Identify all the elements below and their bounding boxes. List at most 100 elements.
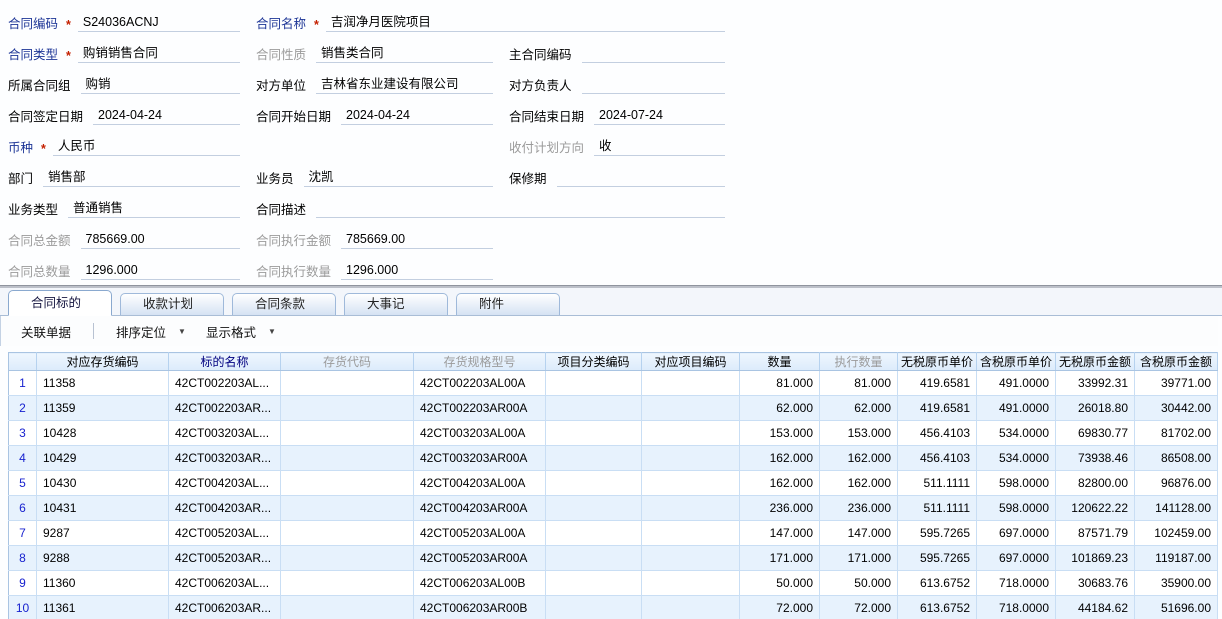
cell-amount-inc-tax[interactable]: 39771.00 <box>1135 371 1218 396</box>
field-value-contract-description[interactable] <box>316 201 725 218</box>
field-value-main-contract-code[interactable] <box>582 46 725 63</box>
cell-amount-ex-tax[interactable]: 26018.80 <box>1056 396 1135 421</box>
cell-project-class-code[interactable] <box>546 371 642 396</box>
tab-contract-items[interactable]: 合同标的 <box>8 290 112 316</box>
cell-project-code[interactable] <box>642 546 740 571</box>
cell-unit-price-ex-tax[interactable]: 613.6752 <box>898 596 977 619</box>
cell-exec-quantity[interactable]: 50.000 <box>820 571 898 596</box>
field-value-payment-plan-direction[interactable]: 收 <box>594 135 725 156</box>
cell-exec-quantity[interactable]: 147.000 <box>820 521 898 546</box>
cell-project-class-code[interactable] <box>546 421 642 446</box>
field-value-contract-nature[interactable]: 销售类合同 <box>316 42 493 63</box>
cell-spec-model[interactable]: 42CT006203AR00B <box>414 596 546 619</box>
cell-spec-model[interactable]: 42CT003203AR00A <box>414 446 546 471</box>
cell-inventory-code[interactable]: 9288 <box>37 546 169 571</box>
cell-inventory-code[interactable]: 10430 <box>37 471 169 496</box>
cell-stock-code[interactable] <box>281 471 414 496</box>
field-value-counterparty-contact[interactable] <box>582 77 725 94</box>
column-header-unit-price-ex-tax[interactable]: 无税原币单价 <box>898 353 977 371</box>
cell-inventory-code[interactable]: 11360 <box>37 571 169 596</box>
cell-amount-ex-tax[interactable]: 82800.00 <box>1056 471 1135 496</box>
cell-subject-name[interactable]: 42CT004203AL... <box>169 471 281 496</box>
cell-inventory-code[interactable]: 9287 <box>37 521 169 546</box>
column-header-stock-code[interactable]: 存货代码 <box>281 353 414 371</box>
cell-unit-price-ex-tax[interactable]: 613.6752 <box>898 571 977 596</box>
cell-quantity[interactable]: 162.000 <box>740 446 820 471</box>
cell-spec-model[interactable]: 42CT003203AL00A <box>414 421 546 446</box>
cell-quantity[interactable]: 50.000 <box>740 571 820 596</box>
field-value-sign-date[interactable]: 2024-04-24 <box>93 108 240 125</box>
cell-project-code[interactable] <box>642 571 740 596</box>
cell-quantity[interactable]: 153.000 <box>740 421 820 446</box>
cell-project-class-code[interactable] <box>546 496 642 521</box>
cell-stock-code[interactable] <box>281 521 414 546</box>
cell-unit-price-inc-tax[interactable]: 718.0000 <box>977 571 1056 596</box>
cell-amount-inc-tax[interactable]: 141128.00 <box>1135 496 1218 521</box>
cell-project-class-code[interactable] <box>546 471 642 496</box>
cell-quantity[interactable]: 147.000 <box>740 521 820 546</box>
cell-amount-inc-tax[interactable]: 30442.00 <box>1135 396 1218 421</box>
field-value-currency[interactable]: 人民币 <box>53 135 240 156</box>
field-value-business-type[interactable]: 普通销售 <box>68 197 240 218</box>
cell-project-code[interactable] <box>642 421 740 446</box>
cell-amount-ex-tax[interactable]: 73938.46 <box>1056 446 1135 471</box>
field-value-contract-total-amount[interactable]: 785669.00 <box>81 232 240 249</box>
cell-amount-inc-tax[interactable]: 86508.00 <box>1135 446 1218 471</box>
cell-amount-inc-tax[interactable]: 102459.00 <box>1135 521 1218 546</box>
cell-spec-model[interactable]: 42CT005203AL00A <box>414 521 546 546</box>
field-value-contract-name[interactable]: 吉润净月医院项目 <box>326 11 725 32</box>
cell-project-class-code[interactable] <box>546 521 642 546</box>
cell-project-class-code[interactable] <box>546 546 642 571</box>
cell-stock-code[interactable] <box>281 396 414 421</box>
cell-unit-price-ex-tax[interactable]: 419.6581 <box>898 396 977 421</box>
display-format-button[interactable]: 显示格式 <box>196 319 266 344</box>
cell-spec-model[interactable]: 42CT006203AL00B <box>414 571 546 596</box>
cell-subject-name[interactable]: 42CT003203AR... <box>169 446 281 471</box>
cell-project-code[interactable] <box>642 521 740 546</box>
cell-unit-price-inc-tax[interactable]: 534.0000 <box>977 421 1056 446</box>
cell-exec-quantity[interactable]: 162.000 <box>820 471 898 496</box>
cell-stock-code[interactable] <box>281 371 414 396</box>
field-value-contract-exec-amount[interactable]: 785669.00 <box>341 232 493 249</box>
cell-quantity[interactable]: 72.000 <box>740 596 820 619</box>
cell-subject-name[interactable]: 42CT004203AR... <box>169 496 281 521</box>
cell-exec-quantity[interactable]: 162.000 <box>820 446 898 471</box>
cell-stock-code[interactable] <box>281 496 414 521</box>
cell-exec-quantity[interactable]: 171.000 <box>820 546 898 571</box>
chevron-down-icon[interactable]: ▼ <box>178 327 186 336</box>
cell-inventory-code[interactable]: 11358 <box>37 371 169 396</box>
cell-inventory-code[interactable]: 10429 <box>37 446 169 471</box>
cell-spec-model[interactable]: 42CT004203AR00A <box>414 496 546 521</box>
cell-spec-model[interactable]: 42CT002203AL00A <box>414 371 546 396</box>
cell-exec-quantity[interactable]: 81.000 <box>820 371 898 396</box>
field-value-contract-exec-qty[interactable]: 1296.000 <box>341 263 493 280</box>
cell-exec-quantity[interactable]: 72.000 <box>820 596 898 619</box>
cell-subject-name[interactable]: 42CT005203AL... <box>169 521 281 546</box>
field-value-counterparty-unit[interactable]: 吉林省东业建设有限公司 <box>316 73 493 94</box>
cell-spec-model[interactable]: 42CT002203AR00A <box>414 396 546 421</box>
sort-locate-button[interactable]: 排序定位 <box>106 319 176 344</box>
cell-amount-inc-tax[interactable]: 81702.00 <box>1135 421 1218 446</box>
cell-project-code[interactable] <box>642 371 740 396</box>
row-number[interactable]: 9 <box>9 571 37 596</box>
cell-amount-inc-tax[interactable]: 96876.00 <box>1135 471 1218 496</box>
cell-stock-code[interactable] <box>281 546 414 571</box>
cell-subject-name[interactable]: 42CT003203AL... <box>169 421 281 446</box>
cell-unit-price-ex-tax[interactable]: 511.1111 <box>898 471 977 496</box>
cell-unit-price-inc-tax[interactable]: 718.0000 <box>977 596 1056 619</box>
row-number[interactable]: 4 <box>9 446 37 471</box>
field-value-department[interactable]: 销售部 <box>43 166 240 187</box>
cell-stock-code[interactable] <box>281 446 414 471</box>
row-number[interactable]: 10 <box>9 596 37 619</box>
tab-contract-terms[interactable]: 合同条款 <box>232 293 336 315</box>
row-number[interactable]: 7 <box>9 521 37 546</box>
cell-exec-quantity[interactable]: 62.000 <box>820 396 898 421</box>
cell-amount-inc-tax[interactable]: 119187.00 <box>1135 546 1218 571</box>
chevron-down-icon[interactable]: ▼ <box>268 327 276 336</box>
field-value-start-date[interactable]: 2024-04-24 <box>341 108 493 125</box>
row-number[interactable]: 3 <box>9 421 37 446</box>
cell-quantity[interactable]: 62.000 <box>740 396 820 421</box>
column-header-subject-name[interactable]: 标的名称 <box>169 353 281 371</box>
cell-project-class-code[interactable] <box>546 571 642 596</box>
cell-project-code[interactable] <box>642 496 740 521</box>
